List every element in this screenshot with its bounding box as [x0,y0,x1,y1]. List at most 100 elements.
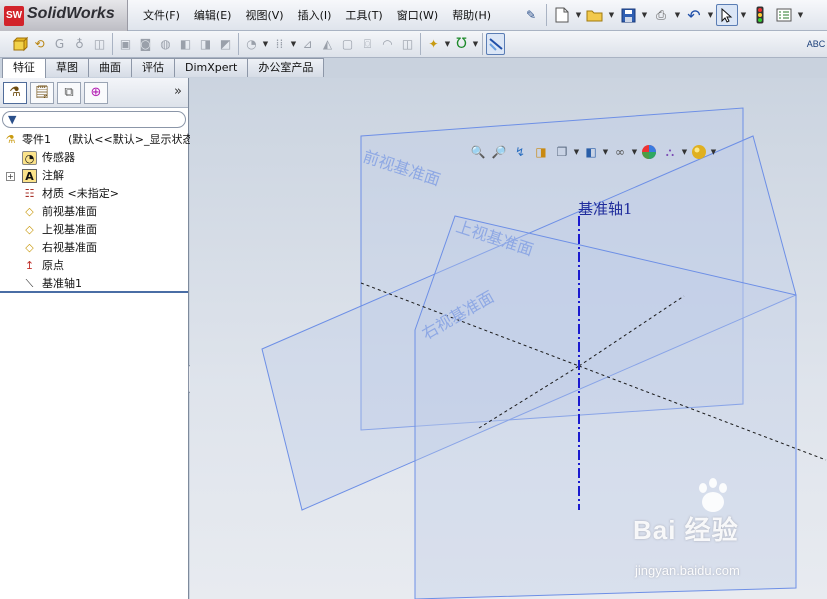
toolbar-separator [112,33,113,55]
hide-show-dropdown[interactable]: ▼ [631,141,638,163]
lofted-cut-button[interactable]: ◨ [196,33,215,55]
apply-scene-dropdown[interactable]: ▼ [681,141,688,163]
open-folder-icon [586,10,603,22]
toolbar-separator [420,33,421,55]
feature-tree-icon: ⚗ [9,85,21,100]
expand-panel-icon[interactable]: » [174,84,182,99]
sensor-icon: ◔ [22,151,37,165]
tree-item-label: 传感器 [42,151,75,164]
previous-view-button[interactable]: ↯ [510,142,530,162]
menu-view[interactable]: 视图(V) [238,0,290,31]
menu-file[interactable]: 文件(F) [136,0,187,31]
curves-button[interactable]: Ʊ [452,33,471,55]
extruded-boss-button[interactable] [10,33,29,55]
feature-filter-input[interactable]: ▼ [2,111,186,128]
fillet-button[interactable]: ◔ [242,33,261,55]
tree-item-annotations[interactable]: + A 注解 [0,167,188,185]
draft-button[interactable]: ◭ [318,33,337,55]
open-button[interactable] [584,4,606,26]
select-dropdown[interactable]: ▼ [740,4,747,26]
graphics-viewport[interactable]: 前视基准面 上视基准面 右视基准面 基准轴1 🔍 🔎 ↯ ◨ ❐ ▼ ◧ ▼ ∞… [190,78,827,599]
menu-window[interactable]: 窗口(W) [390,0,445,31]
mirror-button[interactable]: ◫ [398,33,417,55]
tree-item-front-plane[interactable]: ◇ 前视基准面 [0,203,188,221]
rebuild-button[interactable] [749,4,771,26]
new-button[interactable] [551,4,573,26]
open-dropdown[interactable]: ▼ [608,4,615,26]
wrap-button[interactable]: ⌼ [358,33,377,55]
tab-dimxpert[interactable]: DimXpert [174,58,249,77]
instant3d-button[interactable] [486,33,505,55]
solidworks-logo[interactable]: SW SolidWorks [0,0,128,31]
property-manager-tab[interactable]: 🗒 [30,81,54,104]
lofted-boss-button[interactable]: ♁ [70,33,89,55]
zoom-to-area-button[interactable]: 🔎 [489,142,509,162]
tree-item-top-plane[interactable]: ◇ 上视基准面 [0,221,188,239]
swept-cut-button[interactable]: ◧ [176,33,195,55]
dome-button[interactable]: ◠ [378,33,397,55]
revolved-cut-button[interactable]: ◍ [156,33,175,55]
menu-tools[interactable]: 工具(T) [338,0,389,31]
feature-manager-tab[interactable]: ⚗ [3,81,27,104]
section-view-button[interactable]: ◨ [531,142,551,162]
extrude-boss-icon [12,36,28,52]
new-dropdown[interactable]: ▼ [575,4,582,26]
tree-item-sensors[interactable]: ◔ 传感器 [0,149,188,167]
view-settings-dropdown[interactable]: ▼ [710,141,717,163]
edit-appearance-button[interactable] [639,142,659,162]
expand-toggle[interactable]: + [6,172,15,181]
options-button[interactable] [773,4,795,26]
shell-icon: ▢ [341,37,354,51]
reference-geometry-dropdown[interactable]: ▼ [444,33,451,55]
apply-scene-button[interactable]: ⛬ [660,142,680,162]
tab-evaluate[interactable]: 评估 [131,58,175,77]
tree-item-label: 注解 [42,169,64,182]
view-orientation-dropdown[interactable]: ▼ [573,141,580,163]
reference-geometry-button[interactable]: ✦ [424,33,443,55]
tab-sketch[interactable]: 草图 [45,58,89,77]
undo-dropdown[interactable]: ▼ [707,4,714,26]
tree-item-material[interactable]: ☷ 材质 <未指定> [0,185,188,203]
pattern-dropdown[interactable]: ▼ [290,33,297,55]
menu-insert[interactable]: 插入(I) [291,0,339,31]
swept-boss-button[interactable]: G [50,33,69,55]
curves-dropdown[interactable]: ▼ [472,33,479,55]
hole-wizard-button[interactable]: ◙ [136,33,155,55]
print-dropdown[interactable]: ▼ [674,4,681,26]
dimxpert-manager-tab[interactable]: ⊕ [84,81,108,104]
zoom-to-fit-button[interactable]: 🔍 [468,142,488,162]
linear-pattern-button[interactable]: ⁞⁞ [270,33,289,55]
rollback-bar[interactable] [0,291,188,293]
display-style-button[interactable]: ◧ [581,142,601,162]
save-button[interactable] [617,4,639,26]
options-dropdown[interactable]: ▼ [797,4,804,26]
rib-button[interactable]: ⊿ [298,33,317,55]
print-button[interactable]: ⎙ [650,4,672,26]
display-style-dropdown[interactable]: ▼ [602,141,609,163]
boundary-boss-button[interactable]: ◫ [90,33,109,55]
boundary-icon: ◫ [93,37,106,51]
view-settings-button[interactable] [689,142,709,162]
tree-item-origin[interactable]: ↥ 原点 [0,257,188,275]
revolved-boss-button[interactable]: ⟲ [30,33,49,55]
fillet-dropdown[interactable]: ▼ [262,33,269,55]
menu-help[interactable]: 帮助(H) [445,0,498,31]
view-orientation-button[interactable]: ❐ [552,142,572,162]
menu-edit[interactable]: 编辑(E) [187,0,239,31]
spell-check-button[interactable]: ABC [805,33,827,55]
boundary-cut-button[interactable]: ◩ [216,33,235,55]
reference-geometry-icon: ✦ [428,37,439,51]
hide-show-items-button[interactable]: ∞ [610,142,630,162]
pin-menu-button[interactable]: ✎ [520,4,542,26]
tab-features[interactable]: 特征 [2,58,46,78]
extruded-cut-button[interactable]: ▣ [116,33,135,55]
select-button[interactable] [716,4,738,26]
tab-office-products[interactable]: 办公室产品 [247,58,325,77]
save-dropdown[interactable]: ▼ [641,4,648,26]
configuration-manager-tab[interactable]: ⧉ [57,81,81,104]
shell-button[interactable]: ▢ [338,33,357,55]
tab-surfaces[interactable]: 曲面 [88,58,132,77]
tree-item-right-plane[interactable]: ◇ 右视基准面 [0,239,188,257]
tree-root-part[interactable]: ⚗ 零件1 (默认<<默认>_显示状态 [0,131,194,149]
undo-button[interactable]: ↶ [683,4,705,26]
